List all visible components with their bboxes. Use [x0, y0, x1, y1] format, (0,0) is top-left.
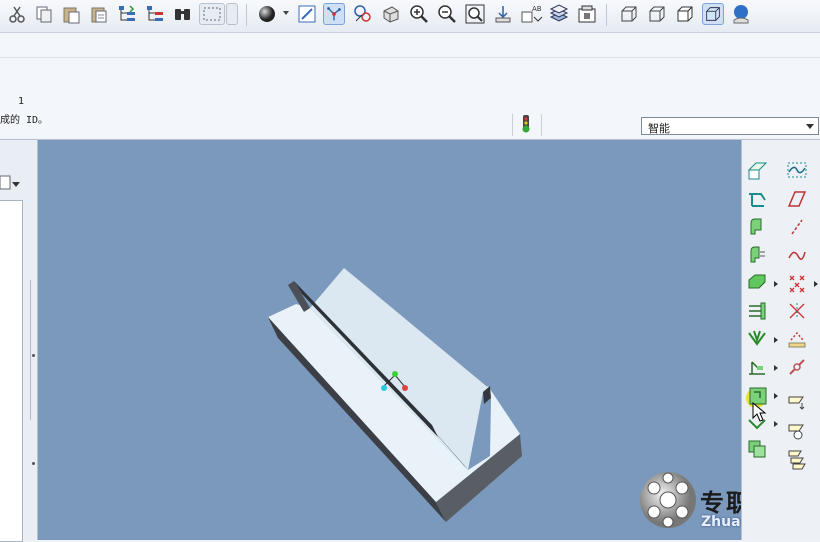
toolbar-separator	[606, 4, 607, 26]
spin-center-x	[381, 385, 387, 391]
cut-icon[interactable]	[6, 3, 28, 25]
model-tree-list[interactable]	[0, 200, 23, 542]
wireframe-icon[interactable]	[618, 3, 640, 25]
copy-feature-icon[interactable]	[786, 420, 808, 442]
toolbar-separator	[246, 4, 247, 26]
repaint-icon[interactable]	[296, 3, 318, 25]
refit-icon[interactable]	[464, 3, 486, 25]
chamfer-dropdown-arrow[interactable]	[774, 421, 778, 427]
selection-filter-dropdown[interactable]: 智能	[641, 117, 819, 135]
zoom-out-icon[interactable]	[436, 3, 458, 25]
hole-icon[interactable]	[746, 328, 768, 350]
selection-filter-value: 智能	[648, 122, 670, 135]
orient-icon[interactable]	[380, 3, 402, 25]
point-icon[interactable]	[786, 244, 808, 266]
message-text: 成的 ID。	[0, 115, 49, 126]
main-toolbar: AB	[0, 0, 820, 33]
hole-dropdown-arrow[interactable]	[774, 337, 778, 343]
help-icon[interactable]	[730, 3, 752, 25]
hidden-line-icon[interactable]	[646, 3, 668, 25]
sketch-icon[interactable]	[786, 160, 808, 182]
rib-icon[interactable]	[746, 356, 768, 378]
reorient-icon[interactable]	[492, 3, 514, 25]
spin-center-icon[interactable]	[323, 3, 345, 25]
spin-center-z	[402, 385, 408, 391]
flat-icon[interactable]	[786, 328, 808, 350]
datum-display-icon[interactable]	[352, 3, 374, 25]
secondary-toolbar-area	[0, 33, 820, 58]
point-dropdown-arrow[interactable]	[814, 281, 818, 287]
datum-plane-icon[interactable]	[746, 160, 768, 182]
model-tree-panel	[0, 140, 38, 542]
revolve-icon[interactable]	[746, 244, 768, 266]
sweep-icon[interactable]	[746, 272, 768, 294]
style-icon[interactable]	[786, 216, 808, 238]
layers-icon[interactable]	[548, 3, 570, 25]
regenerate-manager-icon[interactable]	[144, 3, 166, 25]
extrude-icon[interactable]	[746, 216, 768, 238]
paste-special-icon[interactable]	[88, 3, 110, 25]
model-3d-part[interactable]	[38, 140, 741, 540]
select-box-dropdown[interactable]	[226, 3, 238, 25]
zoom-in-icon[interactable]	[408, 3, 430, 25]
appearance-dropdown-arrow[interactable]	[283, 11, 289, 15]
chamfer-icon[interactable]	[746, 412, 768, 434]
draft-icon[interactable]	[786, 392, 808, 414]
round-dropdown-arrow[interactable]	[774, 393, 778, 399]
divider	[512, 114, 513, 136]
splitter[interactable]	[30, 280, 37, 420]
sweep-dropdown-arrow[interactable]	[774, 281, 778, 287]
select-box-button[interactable]	[199, 3, 225, 25]
pattern-icon[interactable]	[786, 448, 808, 470]
splitter-grip	[32, 354, 35, 357]
splitter-grip	[32, 462, 35, 465]
annotation-display-icon[interactable]: AB	[520, 3, 544, 25]
status-light-icon[interactable]	[519, 114, 533, 136]
shell-icon[interactable]	[746, 438, 768, 460]
divider	[541, 114, 542, 136]
view-manager-icon[interactable]	[576, 3, 598, 25]
chain-icon[interactable]	[786, 356, 808, 378]
regenerate-icon[interactable]	[116, 3, 138, 25]
csys-icon[interactable]	[786, 272, 808, 294]
chevron-down-icon[interactable]	[12, 182, 20, 187]
paste-icon[interactable]	[60, 3, 82, 25]
copy-icon[interactable]	[33, 3, 55, 25]
svg-text:AB: AB	[532, 5, 542, 13]
spin-center-y	[392, 371, 398, 377]
select-box-icon	[203, 7, 221, 21]
find-icon[interactable]	[172, 3, 194, 25]
graphics-viewport[interactable]	[38, 140, 741, 540]
no-hidden-icon[interactable]	[674, 3, 696, 25]
chevron-down-icon	[806, 124, 814, 129]
datum-curve-icon[interactable]	[786, 188, 808, 210]
appearance-sphere-icon[interactable]	[256, 3, 278, 25]
blend-icon[interactable]	[746, 300, 768, 322]
message-line-number: 1	[18, 96, 25, 107]
rib-dropdown-arrow[interactable]	[774, 365, 778, 371]
watermark-logo	[640, 472, 696, 528]
feature-toolbar	[741, 140, 820, 540]
datum-axis-icon[interactable]	[746, 188, 768, 210]
shading-icon[interactable]	[702, 3, 724, 25]
analysis-icon[interactable]	[786, 300, 808, 322]
